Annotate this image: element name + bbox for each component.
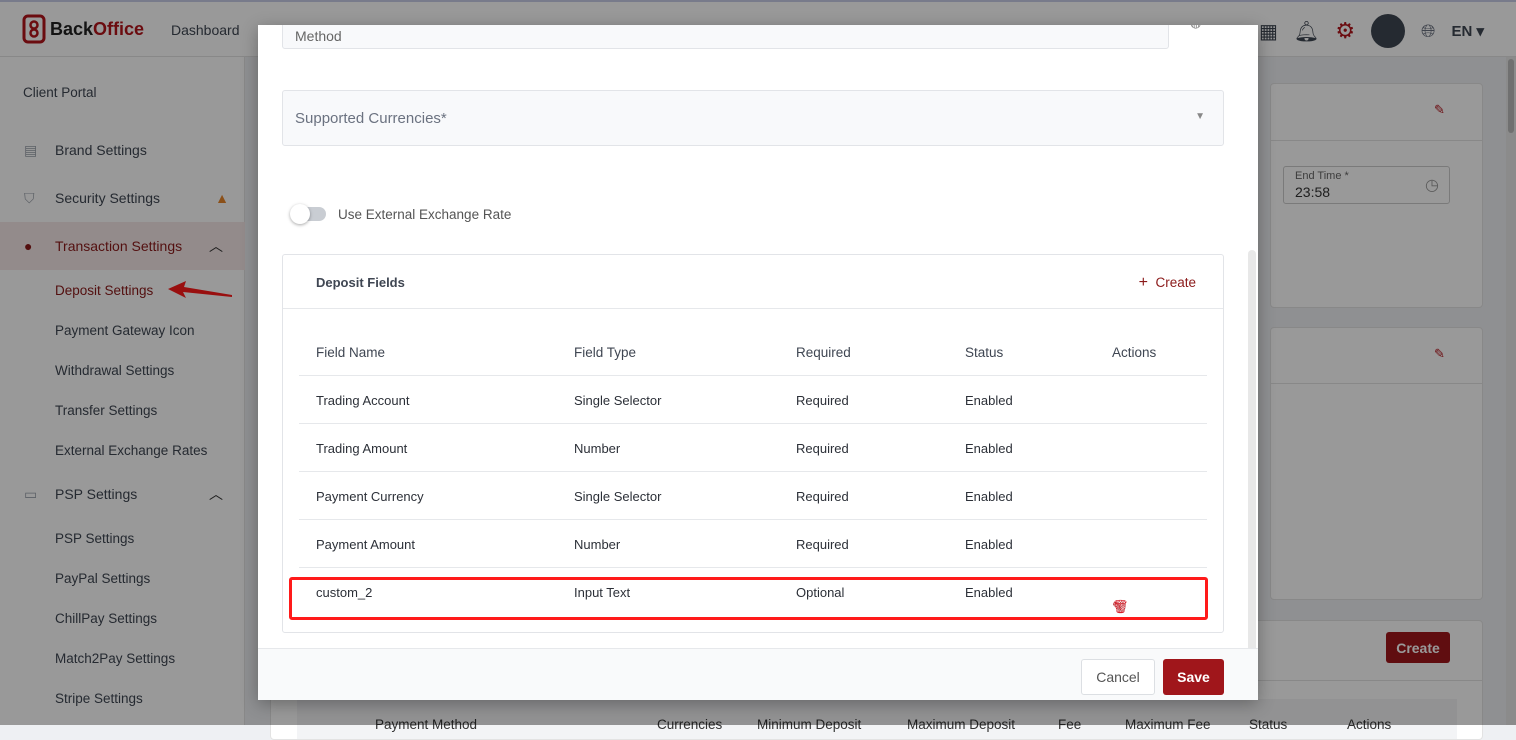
edit-deposit-method-modal: Method ◍ Supported Currencies* ▼ Use Ext… bbox=[258, 25, 1258, 700]
save-button[interactable]: Save bbox=[1163, 659, 1224, 695]
method-field[interactable]: Method bbox=[282, 25, 1169, 49]
cell: Required bbox=[796, 393, 849, 408]
table-row: Trading Amount Number Required Enabled bbox=[299, 424, 1207, 472]
external-exchange-rate-label: Use External Exchange Rate bbox=[338, 207, 512, 222]
create-field-button[interactable]: + Create bbox=[1139, 274, 1196, 292]
cell: Single Selector bbox=[574, 393, 662, 408]
create-field-label: Create bbox=[1155, 275, 1196, 290]
column-header: Field Name bbox=[316, 345, 386, 360]
deposit-fields-title: Deposit Fields bbox=[316, 275, 405, 290]
cell: Trading Account bbox=[316, 393, 410, 408]
cell: Required bbox=[796, 537, 849, 552]
external-exchange-rate-toggle[interactable] bbox=[290, 204, 326, 224]
cell: Payment Amount bbox=[316, 537, 415, 552]
cell: Payment Currency bbox=[316, 489, 424, 504]
column-header: Status bbox=[965, 345, 1004, 360]
table-row: Payment Currency Single Selector Required E… bbox=[299, 472, 1207, 520]
cell: Required bbox=[796, 441, 849, 456]
cell: Trading Amount bbox=[316, 441, 408, 456]
column-header: Actions bbox=[1112, 345, 1157, 360]
cell: Number bbox=[574, 537, 621, 552]
column-header: Field Type bbox=[574, 345, 637, 360]
column-header: Required bbox=[796, 345, 851, 360]
cell: Enabled bbox=[965, 489, 1013, 504]
cell: Enabled bbox=[965, 393, 1013, 408]
cancel-button[interactable]: Cancel bbox=[1081, 659, 1155, 695]
info-icon: ◍ bbox=[1190, 25, 1201, 31]
modal-scrollbar[interactable] bbox=[1248, 250, 1256, 690]
deposit-fields-card: Deposit Fields + Create Field Name Field … bbox=[282, 254, 1224, 633]
supported-currencies-select[interactable]: Supported Currencies* ▼ bbox=[282, 90, 1224, 146]
currencies-placeholder: Supported Currencies* bbox=[295, 110, 447, 127]
method-label: Method bbox=[295, 28, 342, 44]
cell: Enabled bbox=[965, 441, 1013, 456]
cell: Single Selector bbox=[574, 489, 662, 504]
plus-icon: + bbox=[1138, 274, 1148, 291]
highlight-annotation-box bbox=[289, 577, 1208, 620]
cell: Number bbox=[574, 441, 621, 456]
table-row: Payment Amount Number Required Enabled bbox=[299, 520, 1207, 568]
cell: Required bbox=[796, 489, 849, 504]
modal-footer: Cancel Save bbox=[258, 648, 1258, 700]
table-row: Trading Account Single Selector Required En… bbox=[299, 376, 1207, 424]
cell: Enabled bbox=[965, 537, 1013, 552]
table-header-row: Field Name Field Type Required Status Action… bbox=[299, 328, 1207, 376]
dropdown-arrow-icon: ▼ bbox=[1195, 111, 1205, 122]
